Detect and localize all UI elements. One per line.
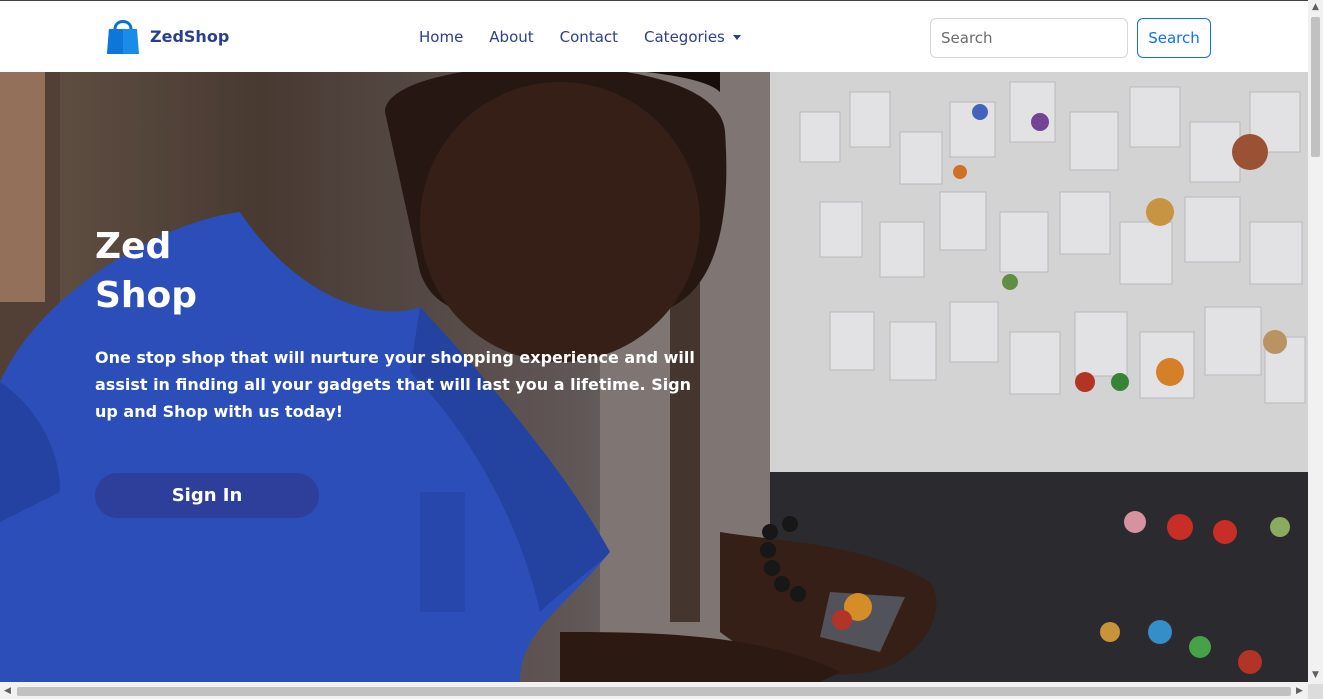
- scroll-right-arrow-icon[interactable]: ▶: [1292, 684, 1307, 699]
- brand[interactable]: ZedShop: [106, 17, 229, 55]
- scroll-left-arrow-icon[interactable]: ◀: [0, 684, 15, 699]
- nav-categories-dropdown[interactable]: Categories: [644, 28, 741, 46]
- sign-in-button[interactable]: Sign In: [95, 473, 319, 518]
- caret-down-icon: [732, 35, 741, 40]
- hero-title-line2: Shop: [95, 275, 198, 316]
- nav-contact[interactable]: Contact: [560, 28, 618, 46]
- search-button[interactable]: Search: [1137, 18, 1211, 58]
- main-nav: Home About Contact Categories: [419, 28, 741, 46]
- vertical-scrollbar[interactable]: ▲ ▼: [1308, 0, 1323, 684]
- hero-title-line1: Zed: [95, 226, 172, 267]
- scroll-down-arrow-icon[interactable]: ▼: [1308, 668, 1323, 683]
- horizontal-scroll-thumb[interactable]: [17, 687, 1291, 696]
- hero-title: Zed Shop: [95, 222, 295, 320]
- scroll-up-arrow-icon[interactable]: ▲: [1308, 0, 1323, 15]
- hero-banner: Zed Shop One stop shop that will nurture…: [0, 72, 1308, 682]
- scrollbar-corner: [1308, 684, 1323, 699]
- top-navbar: ZedShop Home About Contact Categories Se…: [0, 0, 1308, 72]
- nav-home[interactable]: Home: [419, 28, 463, 46]
- hero-description: One stop shop that will nurture your sho…: [95, 348, 695, 421]
- search-input[interactable]: [930, 18, 1128, 58]
- vertical-scroll-thumb[interactable]: [1311, 17, 1320, 157]
- shopping-bag-icon: [107, 20, 139, 54]
- nav-categories-label: Categories: [644, 28, 725, 46]
- brand-name[interactable]: ZedShop: [150, 27, 229, 46]
- nav-about[interactable]: About: [489, 28, 533, 46]
- horizontal-scrollbar[interactable]: ◀ ▶: [0, 684, 1308, 699]
